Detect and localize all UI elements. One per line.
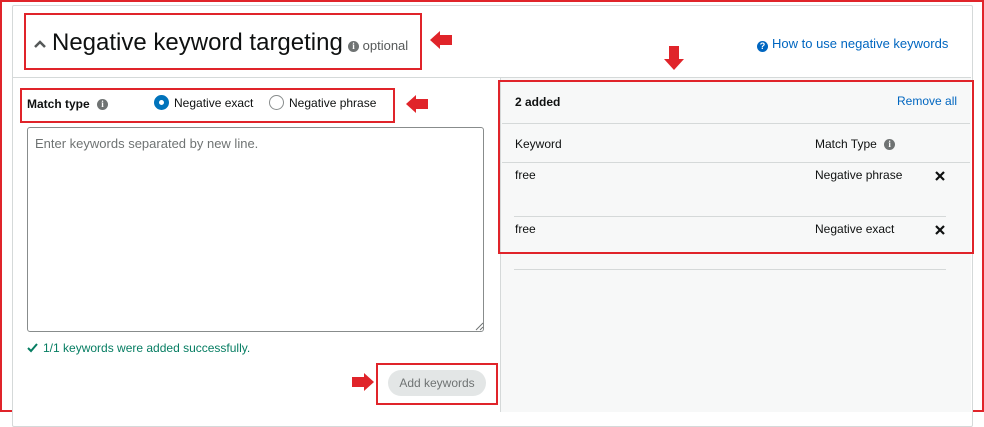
red-arrow-annotation: [352, 373, 374, 391]
annotation-box-add-button: [376, 363, 498, 405]
red-arrow-annotation: [406, 95, 428, 113]
row-divider: [514, 269, 946, 270]
red-arrow-annotation: [430, 31, 452, 49]
help-link[interactable]: ? How to use negative keywords: [757, 36, 948, 52]
help-icon: ?: [757, 41, 768, 52]
red-arrow-annotation: [664, 46, 684, 70]
annotation-box-title: [24, 13, 422, 70]
keywords-textarea[interactable]: [27, 127, 484, 332]
resize-grip-icon[interactable]: [475, 322, 484, 331]
success-text: 1/1 keywords were added successfully.: [43, 341, 251, 355]
help-link-label: How to use negative keywords: [772, 36, 949, 51]
annotation-box-added-panel: [498, 80, 974, 254]
annotation-box-match-type: [20, 88, 395, 123]
check-icon: [27, 343, 38, 353]
success-message: 1/1 keywords were added successfully.: [27, 341, 250, 355]
